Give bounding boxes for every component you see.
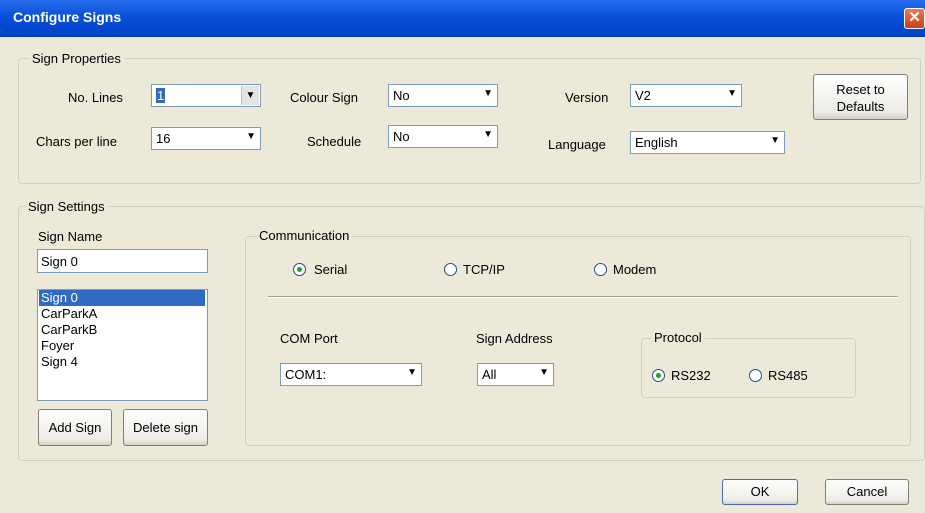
chevron-down-icon[interactable]: ▼ xyxy=(539,367,549,378)
close-button[interactable]: ✕ xyxy=(904,8,925,29)
sign-name-label: Sign Name xyxy=(38,229,103,244)
no-lines-label: No. Lines xyxy=(68,90,123,105)
language-value: English xyxy=(635,135,678,150)
sign-address-value: All xyxy=(482,367,497,382)
chevron-down-icon[interactable]: ▼ xyxy=(407,367,417,378)
version-label: Version xyxy=(565,90,609,105)
modem-label[interactable]: Modem xyxy=(613,262,656,277)
colour-sign-combo[interactable]: No ▼ xyxy=(388,84,498,107)
com-port-value: COM1: xyxy=(285,367,327,382)
no-lines-combo[interactable]: 1 ▼ xyxy=(151,84,261,107)
colour-sign-value: No xyxy=(393,88,410,103)
title-bar[interactable]: Configure Signs ✕ xyxy=(0,0,925,37)
schedule-value: No xyxy=(393,129,410,144)
cancel-button[interactable]: Cancel xyxy=(825,479,909,505)
list-item[interactable]: Sign 0 xyxy=(39,290,205,306)
tcpip-label[interactable]: TCP/IP xyxy=(463,262,505,277)
rs232-label[interactable]: RS232 xyxy=(671,368,711,383)
chars-per-line-combo[interactable]: 16 ▼ xyxy=(151,127,261,150)
chevron-down-icon[interactable]: ▼ xyxy=(727,88,737,99)
list-item[interactable]: Sign 4 xyxy=(39,354,78,370)
sign-name-value: Sign 0 xyxy=(41,254,78,269)
chevron-down-icon[interactable]: ▼ xyxy=(770,135,780,146)
com-port-combo[interactable]: COM1: ▼ xyxy=(280,363,422,386)
chevron-down-icon[interactable]: ▼ xyxy=(483,129,493,140)
rs485-radio[interactable] xyxy=(749,369,762,382)
schedule-label: Schedule xyxy=(307,134,362,149)
reset-defaults-line1: Reset to xyxy=(836,82,885,97)
version-combo[interactable]: V2 ▼ xyxy=(630,84,742,107)
divider xyxy=(268,296,898,298)
no-lines-value: 1 xyxy=(156,88,166,103)
reset-defaults-button[interactable]: Reset to Defaults xyxy=(813,74,908,120)
add-sign-button[interactable]: Add Sign xyxy=(38,409,112,446)
chars-per-line-label: Chars per line xyxy=(36,134,117,149)
protocol-legend: Protocol xyxy=(651,330,705,345)
close-icon: ✕ xyxy=(908,9,921,26)
chevron-down-icon[interactable]: ▼ xyxy=(483,88,493,99)
sign-name-input[interactable]: Sign 0 xyxy=(37,249,208,273)
serial-radio[interactable] xyxy=(293,263,306,276)
tcpip-radio[interactable] xyxy=(444,263,457,276)
version-value: V2 xyxy=(635,88,651,103)
window-title: Configure Signs xyxy=(13,9,122,25)
sign-listbox[interactable]: Sign 0 CarParkA CarParkB Foyer Sign 4 xyxy=(37,289,208,401)
colour-sign-label: Colour Sign xyxy=(290,90,358,105)
sign-address-label: Sign Address xyxy=(476,331,553,346)
language-label: Language xyxy=(548,137,606,152)
serial-label[interactable]: Serial xyxy=(314,262,347,277)
rs485-label[interactable]: RS485 xyxy=(768,368,808,383)
reset-defaults-line2: Defaults xyxy=(836,99,885,114)
ok-button[interactable]: OK xyxy=(722,479,798,505)
sign-properties-legend: Sign Properties xyxy=(29,51,124,66)
rs232-radio[interactable] xyxy=(652,369,665,382)
chars-per-line-value: 16 xyxy=(156,131,171,146)
com-port-label: COM Port xyxy=(280,331,338,346)
modem-radio[interactable] xyxy=(594,263,607,276)
sign-properties-group: Sign Properties xyxy=(18,51,921,184)
list-item[interactable]: CarParkB xyxy=(39,322,97,338)
list-item[interactable]: CarParkA xyxy=(39,306,97,322)
sign-address-combo[interactable]: All ▼ xyxy=(477,363,554,386)
communication-legend: Communication xyxy=(256,228,353,243)
chevron-down-icon[interactable]: ▼ xyxy=(241,86,259,105)
chevron-down-icon[interactable]: ▼ xyxy=(246,131,256,142)
sign-settings-legend: Sign Settings xyxy=(25,199,108,214)
delete-sign-button[interactable]: Delete sign xyxy=(123,409,208,446)
list-item[interactable]: Foyer xyxy=(39,338,74,354)
schedule-combo[interactable]: No ▼ xyxy=(388,125,498,148)
language-combo[interactable]: English ▼ xyxy=(630,131,785,154)
